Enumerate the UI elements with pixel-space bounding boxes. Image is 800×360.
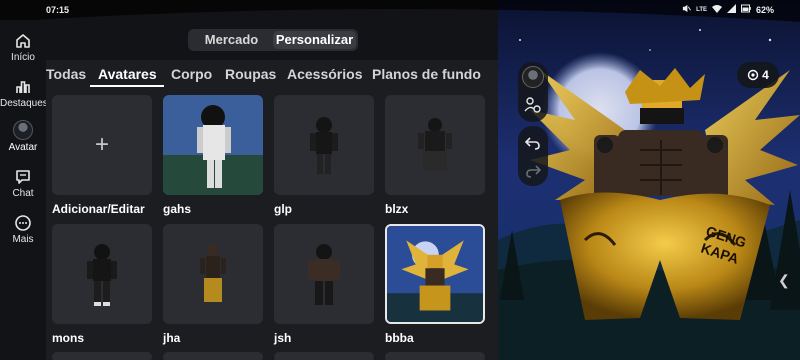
avatar-tile-glp[interactable]	[274, 95, 374, 195]
counter-value: 4	[762, 68, 769, 82]
add-edit-avatar-tile[interactable]: +	[52, 95, 152, 195]
tab-todas[interactable]: Todas	[46, 66, 86, 82]
avatar-tile-jsh[interactable]	[274, 224, 374, 324]
tile-label: Adicionar/Editar	[52, 202, 145, 216]
tab-planos-de-fundo[interactable]: Planos de fundo	[372, 66, 481, 82]
tab-corpo[interactable]: Corpo	[171, 66, 212, 82]
avatar-tile-partial[interactable]	[274, 352, 374, 360]
plus-icon: +	[94, 131, 109, 158]
avatar-thumbnail	[418, 118, 452, 171]
segment-personalizar[interactable]: Personalizar	[273, 31, 356, 49]
undo-redo-tools	[518, 126, 548, 186]
avatar-tile-blzx[interactable]	[385, 95, 485, 195]
tile-label: jha	[163, 331, 181, 345]
tab-acessorios[interactable]: Acessórios	[287, 66, 362, 82]
avatar-catalog-panel: Todas Avatares Corpo Roupas Acessórios P…	[46, 60, 498, 360]
home-icon	[16, 34, 30, 48]
redo-icon[interactable]	[524, 162, 542, 180]
side-nav: Início Destaques Avatar Chat Mais	[0, 20, 48, 360]
segment-mercado[interactable]: Mercado	[190, 31, 273, 49]
chevron-left-icon[interactable]: ❮	[778, 272, 790, 289]
avatar-thumbnail	[310, 117, 338, 174]
nav-label: Avatar	[8, 142, 38, 153]
chat-icon	[16, 170, 30, 184]
status-icons: LTE 62%	[682, 4, 774, 15]
avatar-tile-partial[interactable]	[52, 352, 152, 360]
signal-icon	[726, 4, 736, 15]
nav-item-more[interactable]: Mais	[0, 214, 46, 245]
tile-label: mons	[52, 331, 85, 345]
tile-label: gahs	[163, 202, 192, 216]
avatar-thumbnail	[200, 244, 226, 302]
tile-label: blzx	[385, 202, 409, 216]
avatar-tile-jha[interactable]	[163, 224, 263, 324]
mute-icon	[682, 4, 692, 15]
tile-label: jsh	[274, 331, 292, 345]
avatar-icon	[13, 120, 33, 140]
battery-icon	[740, 4, 751, 15]
tab-roupas[interactable]: Roupas	[225, 66, 276, 82]
nav-label: Início	[11, 52, 35, 63]
undo-icon[interactable]	[524, 134, 542, 152]
status-time: 07:15	[46, 5, 70, 15]
eye-icon	[747, 69, 759, 81]
view-counter-badge[interactable]: 4	[737, 62, 779, 88]
nav-item-chat[interactable]: Chat	[0, 168, 46, 199]
avatar-settings-icon[interactable]	[524, 96, 542, 114]
avatar-thumbnail	[87, 244, 117, 306]
chart-icon	[16, 81, 30, 93]
nav-item-destaques[interactable]: Destaques	[0, 78, 48, 109]
avatar-thumb-icon[interactable]	[522, 66, 544, 88]
avatar-tile-gahs[interactable]	[163, 95, 263, 195]
more-icon	[15, 215, 31, 231]
active-tab-indicator	[90, 85, 164, 87]
nav-label: Mais	[12, 234, 34, 245]
tile-label: glp	[274, 202, 292, 216]
mode-segmented-control: Mercado Personalizar	[188, 29, 358, 51]
battery-percent: 62%	[755, 4, 774, 15]
lte-icon: LTE	[696, 6, 707, 13]
avatar-tile-partial[interactable]	[163, 352, 263, 360]
avatar-tools	[518, 62, 548, 122]
avatar-thumbnail	[163, 95, 263, 195]
nav-label: Chat	[12, 188, 34, 199]
nav-item-avatar[interactable]: Avatar	[0, 120, 46, 153]
nav-item-home[interactable]: Início	[0, 32, 46, 63]
tab-avatares[interactable]: Avatares	[98, 66, 157, 82]
wifi-icon	[711, 4, 722, 15]
tile-label: bbba	[385, 331, 414, 345]
nav-label: Destaques	[0, 98, 48, 109]
avatar-tile-bbba[interactable]	[385, 224, 485, 324]
status-bar: 07:15 LTE 62%	[0, 0, 800, 20]
avatar-thumbnail	[387, 226, 483, 322]
avatar-thumbnail	[308, 244, 340, 305]
avatar-tile-partial[interactable]	[385, 352, 485, 360]
avatar-tile-mons[interactable]	[52, 224, 152, 324]
